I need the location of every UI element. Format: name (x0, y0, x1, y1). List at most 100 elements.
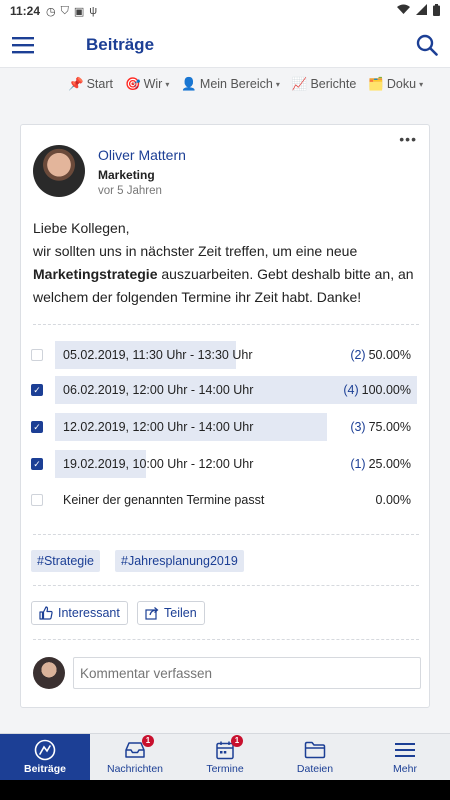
poll-percent: 100.00% (361, 383, 411, 397)
pin-icon: 📌 (68, 76, 84, 91)
sub-navigation: 📌 Start 🎯 Wir ▾ 👤 Mein Bereich ▾ 📈 Beric… (0, 68, 450, 100)
more-options-icon[interactable]: ••• (399, 131, 417, 147)
subnav-item-label: Berichte (310, 77, 357, 91)
subnav-item-wir[interactable]: 🎯 Wir ▾ (125, 77, 169, 92)
tag-jahresplanung[interactable]: #Jahresplanung2019 (115, 550, 244, 572)
divider (33, 324, 419, 325)
poll-result: 0.00% (373, 493, 411, 507)
status-right-icons (397, 3, 440, 19)
poll-checkbox[interactable]: ✓ (31, 458, 43, 470)
poll-count: (1) (350, 457, 366, 471)
poll-result: (1) 25.00% (350, 457, 411, 471)
poll-option-label: 06.02.2019, 12:00 Uhr - 14:00 Uhr (63, 383, 254, 397)
poll-checkbox[interactable] (31, 494, 43, 506)
poll-percent: 75.00% (368, 420, 411, 434)
poll-count: (4) (343, 383, 359, 397)
chevron-down-icon: ▾ (419, 79, 424, 89)
tab-label: Dateien (296, 763, 334, 775)
poll-percent: 25.00% (368, 457, 411, 471)
chart-icon: 📈 (291, 76, 308, 91)
author-avatar[interactable] (33, 145, 85, 197)
subnav-item-doku[interactable]: 🗂️ Doku ▾ (368, 77, 423, 92)
poll-option-label: Keiner der genannten Termine passt (63, 493, 265, 507)
poll-result: (3) 75.00% (350, 420, 411, 434)
poll-percent: 0.00% (375, 493, 411, 507)
search-button[interactable] (404, 22, 450, 68)
interesting-button[interactable]: Interessant (31, 601, 128, 625)
subnav-item-start[interactable]: 📌 Start (68, 77, 113, 92)
poll-option[interactable]: ✓ 12.02.2019, 12:00 Uhr - 14:00 Uhr (3) 7… (31, 413, 421, 441)
poll-result: (2) 50.00% (350, 348, 411, 362)
status-bar: 11:24 ◷ ⛉ ▣ ψ (0, 0, 450, 22)
post-text-part: wir sollten uns in nächster Zeit treffen… (33, 243, 358, 259)
app-bar: Beiträge (0, 22, 450, 68)
notification-badge: 1 (142, 735, 154, 747)
subnav-item-label: Wir (143, 77, 163, 91)
folder-icon: 🗂️ (368, 76, 384, 91)
usb-icon: ψ (89, 4, 98, 17)
tab-nachrichten[interactable]: 1 Nachrichten (90, 734, 180, 780)
menu-button[interactable] (0, 22, 46, 68)
poll-option-label: 05.02.2019, 11:30 Uhr - 13:30 Uhr (63, 348, 253, 362)
user-icon: 👤 (181, 76, 197, 91)
interesting-label: Interessant (58, 606, 120, 620)
hamburger-icon (395, 743, 415, 757)
poll-option-label: 19.02.2019, 10:00 Uhr - 12:00 Uhr (63, 457, 254, 471)
poll-option[interactable]: 05.02.2019, 11:30 Uhr - 13:30 Uhr (2) 50.… (31, 341, 421, 369)
post-greeting: Liebe Kollegen, (33, 220, 130, 236)
current-user-avatar (33, 657, 65, 689)
divider (33, 585, 419, 586)
comment-input[interactable] (73, 657, 421, 689)
poll-checkbox[interactable]: ✓ (31, 421, 43, 433)
post-body: Liebe Kollegen, wir sollten uns in nächs… (33, 217, 423, 309)
poll-option[interactable]: Keiner der genannten Termine passt 0.00% (31, 486, 421, 514)
subnav-item-berichte[interactable]: 📈 Berichte (292, 77, 356, 92)
author-name[interactable]: Oliver Mattern (98, 147, 186, 163)
folder-icon (304, 741, 326, 759)
status-time: 11:24 (10, 4, 41, 18)
clock-icon: ◷ (46, 5, 56, 18)
post-bold-keyword: Marketingstrategie (33, 266, 158, 282)
poll-checkbox[interactable] (31, 349, 43, 361)
poll-option-label: 12.02.2019, 12:00 Uhr - 14:00 Uhr (63, 420, 254, 434)
poll-option[interactable]: ✓ 19.02.2019, 10:00 Uhr - 12:00 Uhr (1) 2… (31, 450, 421, 478)
wifi-icon (397, 4, 410, 19)
post-timestamp: vor 5 Jahren (98, 185, 162, 197)
share-icon (145, 607, 159, 620)
notification-badge: 1 (231, 735, 243, 747)
subnav-item-label: Mein Bereich (199, 77, 273, 91)
hamburger-icon (12, 36, 34, 53)
tab-label: Termine (206, 763, 244, 775)
subnav-item-mein-bereich[interactable]: 👤 Mein Bereich ▾ (181, 77, 280, 92)
poll-option[interactable]: ✓ 06.02.2019, 12:00 Uhr - 14:00 Uhr (4) 1… (31, 376, 421, 404)
tab-label: Beiträge (23, 763, 66, 775)
poll-count: (3) (350, 420, 366, 434)
subnav-item-label: Doku (386, 77, 417, 91)
tab-beitraege[interactable]: Beiträge (0, 734, 90, 780)
poll-checkbox[interactable]: ✓ (31, 384, 43, 396)
author-department: Marketing (98, 168, 155, 182)
poll-percent: 50.00% (368, 348, 411, 362)
tab-mehr[interactable]: Mehr (360, 734, 450, 780)
chevron-down-icon: ▾ (275, 79, 280, 89)
tab-termine[interactable]: 1 Termine (180, 734, 270, 780)
battery-icon (433, 3, 440, 19)
poll-count: (2) (350, 348, 366, 362)
tag-strategie[interactable]: #Strategie (31, 550, 100, 572)
poll-result: (4) 100.00% (343, 383, 411, 397)
bottom-navigation: Beiträge 1 Nachrichten 1 Termine Dateien… (0, 733, 450, 780)
divider (33, 534, 419, 535)
tab-label: Mehr (393, 763, 417, 775)
divider (33, 639, 419, 640)
tab-dateien[interactable]: Dateien (270, 734, 360, 780)
system-navigation-bar (0, 780, 450, 800)
shield-icon: ⛉ (60, 4, 69, 17)
page-title: Beiträge (86, 34, 155, 54)
subnav-item-label: Start (86, 77, 113, 91)
sim-icon: ▣ (73, 5, 85, 18)
signal-icon (416, 3, 427, 19)
search-icon (416, 34, 438, 56)
share-button[interactable]: Teilen (137, 601, 205, 625)
thumbs-up-icon (39, 606, 53, 620)
post-card: ••• Oliver Mattern Marketing vor 5 Jahre… (20, 124, 430, 708)
